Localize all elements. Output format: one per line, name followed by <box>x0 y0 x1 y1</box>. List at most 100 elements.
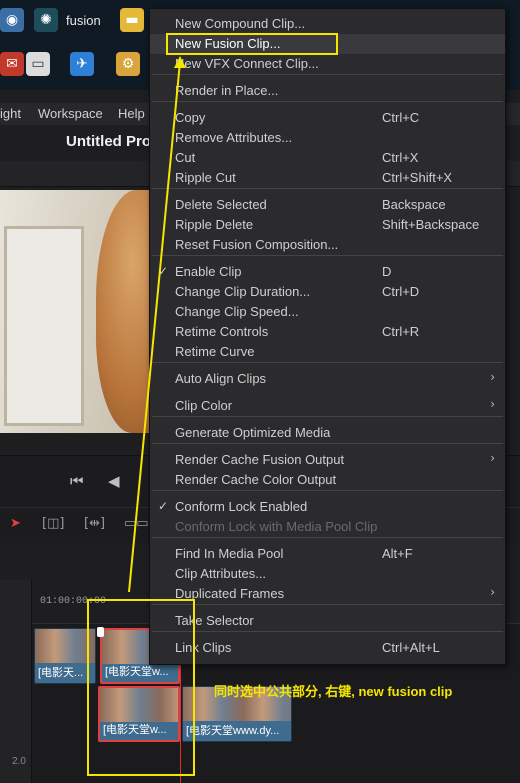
clip-label: [电影天... <box>38 667 84 679</box>
menu-item-shortcut: Ctrl+Shift+X <box>382 170 453 185</box>
blade-tool-icon[interactable]: ▭▭ <box>124 516 149 531</box>
menu-separator <box>152 101 503 102</box>
menu-item[interactable]: Retime Curve <box>150 342 505 362</box>
menu-item[interactable]: Generate Optimized Media <box>150 423 505 443</box>
menu-item-label: Conform Lock with Media Pool Clip <box>175 519 378 534</box>
selection-tool-icon[interactable]: ➤ <box>10 516 21 531</box>
menu-item[interactable]: Take Selector <box>150 611 505 631</box>
menu-item[interactable]: Cut Ctrl+X <box>150 148 505 168</box>
menu-item-label: Ripple Delete <box>175 217 254 232</box>
dynamic-trim-icon[interactable]: [⇹] <box>84 516 105 531</box>
menu-separator <box>152 443 503 444</box>
menu-item-shortcut: Ctrl+Alt+L <box>382 640 440 655</box>
menu-item[interactable]: Ripple Delete Shift+Backspace <box>150 215 505 235</box>
menu-item-shortcut: D <box>382 264 392 279</box>
checkmark-icon: ✓ <box>158 499 169 513</box>
play-reverse-icon[interactable]: ◀ <box>108 472 120 490</box>
menu-separator <box>152 255 503 256</box>
chevron-right-icon: › <box>490 585 495 599</box>
taskbar-app-fusion[interactable]: ✺ fusion <box>34 0 101 40</box>
taskbar-app-mail[interactable]: ✉ <box>0 44 24 84</box>
menu-separator <box>152 604 503 605</box>
viewer-frame-window <box>4 226 84 426</box>
taskbar-app-tool[interactable]: ⚙ <box>116 44 140 84</box>
menu-item-label: Render Cache Color Output <box>175 472 337 487</box>
menu-item-label: Conform Lock Enabled <box>175 499 308 514</box>
menu-item-label: Reset Fusion Composition... <box>175 237 339 252</box>
menu-separator <box>152 74 503 75</box>
annotation-highlight-box <box>166 33 338 55</box>
menu-item-shortcut: Backspace <box>382 197 446 212</box>
menu-item-help[interactable]: Help <box>118 106 145 121</box>
taskbar-app-bird[interactable]: ✈ <box>70 44 94 84</box>
menu-item-label: New Compound Clip... <box>175 16 306 31</box>
taskbar-app-folder[interactable]: ▬ <box>120 0 144 40</box>
folder-icon: ▬ <box>120 8 144 32</box>
menu-item-label: Find In Media Pool <box>175 546 284 561</box>
menu-item-shortcut: Ctrl+D <box>382 284 420 299</box>
menu-item[interactable]: Delete Selected Backspace <box>150 195 505 215</box>
menu-item[interactable]: Ripple Cut Ctrl+Shift+X <box>150 168 505 188</box>
trim-tool-icon[interactable]: [◫] <box>42 516 64 531</box>
menu-item[interactable]: ✓ Conform Lock Enabled <box>150 497 505 517</box>
menu-item-workspace[interactable]: Workspace <box>38 106 103 121</box>
preview-viewer <box>0 190 150 433</box>
menu-separator <box>152 631 503 632</box>
menu-item[interactable]: Render Cache Color Output <box>150 470 505 490</box>
menu-item[interactable]: Find In Media Pool Alt+F <box>150 544 505 564</box>
menu-item-label: Remove Attributes... <box>175 130 293 145</box>
menu-item[interactable]: New VFX Connect Clip... <box>150 54 505 74</box>
taskbar-app-label: fusion <box>66 12 101 28</box>
menu-item[interactable]: Clip Attributes... <box>150 564 505 584</box>
menu-item[interactable]: Duplicated Frames › <box>150 584 505 604</box>
menu-item[interactable]: Retime Controls Ctrl+R <box>150 322 505 342</box>
menu-item-label: Clip Attributes... <box>175 566 267 581</box>
menu-item-label: Delete Selected <box>175 197 267 212</box>
menu-item-label: Ripple Cut <box>175 170 236 185</box>
menu-separator <box>152 188 503 189</box>
chevron-right-icon: › <box>490 397 495 411</box>
menu-item[interactable]: Change Clip Duration... Ctrl+D <box>150 282 505 302</box>
taskbar-app-globe[interactable]: ◉ <box>0 0 24 40</box>
fusion-icon: ✺ <box>34 8 58 32</box>
menu-item-label: Change Clip Duration... <box>175 284 311 299</box>
menu-item-label: New VFX Connect Clip... <box>175 56 319 71</box>
taskbar-app-monitor[interactable]: ▭ <box>26 44 50 84</box>
menu-item-shortcut: Alt+F <box>382 546 413 561</box>
menu-item-shortcut: Shift+Backspace <box>382 217 480 232</box>
annotation-selection-box <box>87 599 195 776</box>
menu-item-label: Clip Color <box>175 398 233 413</box>
menu-item[interactable]: Auto Align Clips › <box>150 369 505 389</box>
globe-icon: ◉ <box>0 8 24 32</box>
menu-separator <box>152 490 503 491</box>
menu-item: Conform Lock with Media Pool Clip <box>150 517 505 537</box>
menu-item-label: Render in Place... <box>175 83 279 98</box>
menu-item-label: Generate Optimized Media <box>175 425 331 440</box>
menu-item-label: Auto Align Clips <box>175 371 267 386</box>
clip-label: [电影天堂www.dy... <box>186 725 280 737</box>
menu-item[interactable]: ✓ Enable Clip D <box>150 262 505 282</box>
menu-item-label: Copy <box>175 110 206 125</box>
skip-to-start-icon[interactable]: ⏮ <box>70 472 84 490</box>
context-menu: New Compound Clip... New Fusion Clip... Ne… <box>149 8 506 665</box>
bird-icon: ✈ <box>70 52 94 76</box>
menu-item[interactable]: Change Clip Speed... <box>150 302 505 322</box>
menu-item[interactable]: Clip Color › <box>150 396 505 416</box>
menu-item-label: Change Clip Speed... <box>175 304 299 319</box>
chevron-right-icon: › <box>490 451 495 465</box>
menu-item-label: Enable Clip <box>175 264 242 279</box>
menu-item[interactable]: Copy Ctrl+C <box>150 108 505 128</box>
menu-item-label: Retime Controls <box>175 324 269 339</box>
menu-item-partial[interactable]: ight <box>0 106 21 121</box>
menu-item-shortcut: Ctrl+R <box>382 324 420 339</box>
menu-item-shortcut: Ctrl+X <box>382 150 419 165</box>
menu-item[interactable]: Render Cache Fusion Output › <box>150 450 505 470</box>
menu-item[interactable]: New Compound Clip... <box>150 14 505 34</box>
track-label: 2.0 <box>12 756 26 767</box>
menu-item[interactable]: Render in Place... <box>150 81 505 101</box>
menu-item-shortcut: Ctrl+C <box>382 110 420 125</box>
menu-item[interactable]: Link Clips Ctrl+Alt+L <box>150 638 505 658</box>
menu-item[interactable]: Reset Fusion Composition... <box>150 235 505 255</box>
menu-item[interactable]: Remove Attributes... <box>150 128 505 148</box>
menu-item-label: Cut <box>175 150 196 165</box>
